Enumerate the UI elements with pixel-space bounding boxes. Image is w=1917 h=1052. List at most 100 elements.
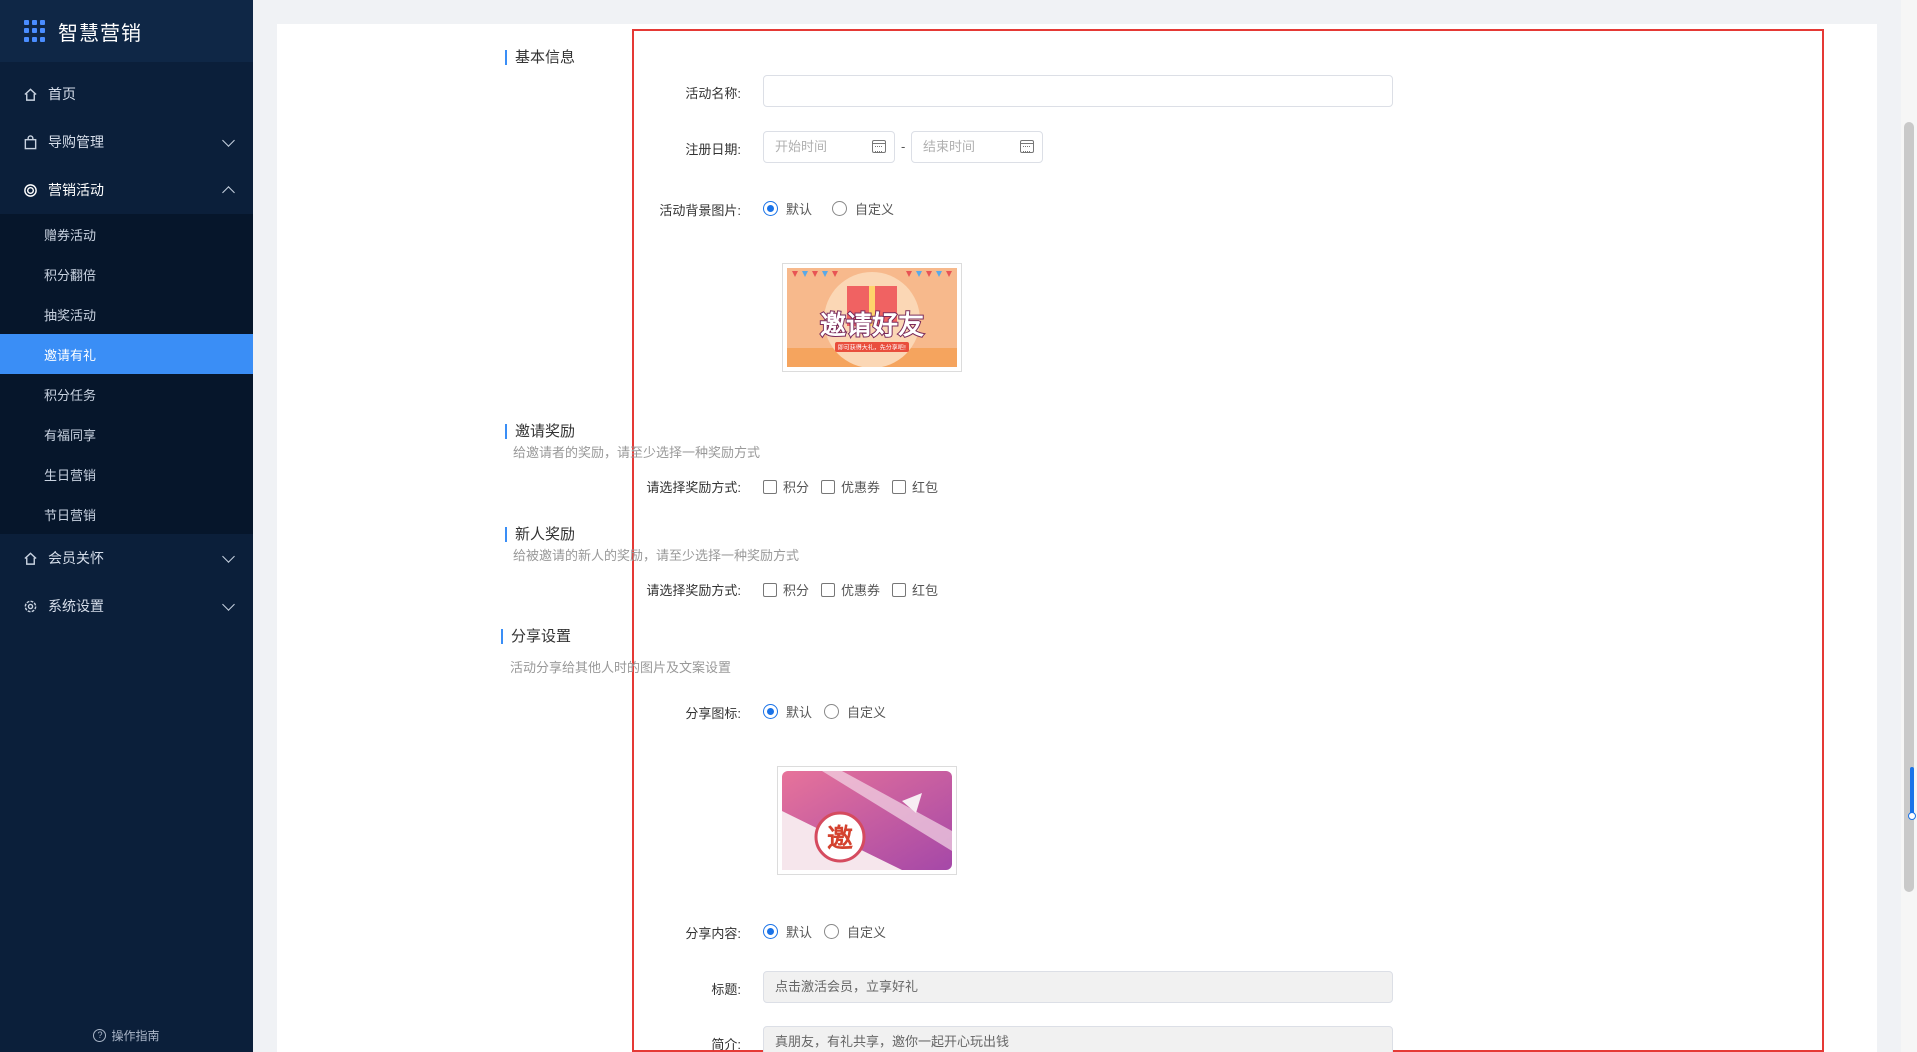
scroll-indicator-dot	[1908, 812, 1916, 820]
section-title-inviter-reward: 邀请奖励	[505, 424, 575, 439]
app-grid-icon	[24, 20, 46, 42]
highlight-frame	[632, 29, 1824, 1052]
inviter-reward-options: 积分 优惠券 红包	[763, 477, 950, 496]
share-icon-image: 邀	[782, 771, 952, 870]
share-icon-default-option[interactable]: 默认	[763, 702, 812, 721]
checkbox[interactable]	[763, 582, 777, 597]
inviter-points-option[interactable]: 积分	[763, 477, 809, 496]
section-desc-share: 活动分享给其他人时的图片及文案设置	[510, 660, 732, 675]
sidebar-item-settings[interactable]: 系统设置	[0, 582, 253, 630]
main-content: 基本信息 活动名称: 注册日期: 开始时间 - 结束时间 活动背景图片: 默认 …	[253, 0, 1901, 1052]
share-content-radio-group: 默认 自定义	[763, 922, 906, 941]
activity-name-input[interactable]	[763, 75, 1393, 107]
submenu-item-points-task[interactable]: 积分任务	[0, 374, 253, 414]
help-icon: ?	[93, 1029, 107, 1042]
target-icon	[22, 182, 38, 198]
invite-banner-image: 邀请好友 即可获得大礼，先分享吧!	[787, 268, 957, 368]
checkbox[interactable]	[892, 582, 907, 597]
sidebar-item-label: 导购管理	[48, 134, 104, 150]
sidebar-item-home[interactable]: 首页	[0, 70, 253, 118]
inviter-reward-label: 请选择奖励方式:	[646, 480, 741, 495]
share-content-custom-option[interactable]: 自定义	[824, 922, 886, 941]
radio-custom[interactable]	[824, 704, 840, 719]
bg-custom-option[interactable]: 自定义	[832, 199, 894, 218]
radio-default[interactable]	[763, 704, 778, 719]
sidebar-item-label: 首页	[48, 86, 76, 102]
share-content-default-option[interactable]: 默认	[763, 922, 812, 941]
radio-custom[interactable]	[832, 201, 848, 216]
svg-text:邀请好友: 邀请好友	[820, 311, 924, 341]
radio-custom[interactable]	[824, 924, 840, 939]
start-date-input[interactable]: 开始时间	[763, 131, 895, 163]
new-points-option[interactable]: 积分	[763, 580, 809, 599]
bg-image-label: 活动背景图片:	[659, 203, 741, 218]
brand[interactable]: 智慧营销	[0, 0, 253, 62]
share-title-input[interactable]: 点击激活会员，立享好礼	[763, 971, 1393, 1003]
bg-default-option[interactable]: 默认	[763, 199, 812, 218]
share-icon-preview: 邀	[777, 766, 957, 875]
home-icon	[22, 86, 38, 102]
share-icon-radio-group: 默认 自定义	[763, 702, 906, 721]
sidebar-item-marketing[interactable]: 营销活动	[0, 166, 253, 214]
sidebar-menu: 首页 导购管理 营销活动	[0, 70, 253, 214]
new-reward-label: 请选择奖励方式:	[646, 583, 741, 598]
submenu-item-coupon[interactable]: 赠券活动	[0, 214, 253, 254]
sidebar-menu-lower: 会员关怀 系统设置	[0, 534, 253, 630]
end-date-input[interactable]: 结束时间	[911, 131, 1043, 163]
marketing-submenu: 赠券活动 积分翻倍 抽奖活动 邀请有礼 积分任务 有福同享 生日营销 节日营销	[0, 214, 253, 534]
checkbox[interactable]	[821, 479, 836, 494]
section-title-new-reward: 新人奖励	[505, 527, 575, 542]
submenu-item-holiday[interactable]: 节日营销	[0, 494, 253, 534]
bg-image-preview: 邀请好友 即可获得大礼，先分享吧!	[782, 263, 962, 372]
home-icon	[22, 550, 38, 566]
scroll-indicator	[1910, 767, 1914, 817]
sidebar: 智慧营销 首页 导购管理 营销活动 赠券活动 积分翻倍 抽奖活动 邀请有礼 积分…	[0, 0, 253, 1052]
checkbox[interactable]	[892, 479, 907, 494]
submenu-item-lottery[interactable]: 抽奖活动	[0, 294, 253, 334]
register-date-label: 注册日期:	[685, 142, 741, 157]
checkbox[interactable]	[763, 479, 777, 494]
share-icon-custom-option[interactable]: 自定义	[824, 702, 886, 721]
new-redpacket-option[interactable]: 红包	[892, 580, 938, 599]
sidebar-item-label: 营销活动	[48, 182, 104, 198]
share-icon-label: 分享图标:	[685, 706, 741, 721]
chevron-down-icon	[222, 550, 235, 563]
bag-icon	[22, 134, 38, 150]
sidebar-item-guide-management[interactable]: 导购管理	[0, 118, 253, 166]
share-intro-input[interactable]: 真朋友，有礼共享，邀你一起开心玩出钱	[763, 1026, 1393, 1052]
submenu-item-share-fortune[interactable]: 有福同享	[0, 414, 253, 454]
sidebar-item-member-care[interactable]: 会员关怀	[0, 534, 253, 582]
submenu-item-invite[interactable]: 邀请有礼	[0, 334, 253, 374]
chevron-up-icon	[222, 186, 235, 199]
checkbox[interactable]	[821, 582, 836, 597]
calendar-icon	[872, 140, 886, 153]
chevron-down-icon	[222, 134, 235, 147]
new-reward-options: 积分 优惠券 红包	[763, 580, 950, 599]
inviter-redpacket-option[interactable]: 红包	[892, 477, 938, 496]
activity-name-label: 活动名称:	[685, 86, 741, 101]
radio-default[interactable]	[763, 924, 778, 939]
sidebar-item-label: 系统设置	[48, 598, 104, 614]
section-desc-inviter-reward: 给邀请者的奖励，请至少选择一种奖励方式	[513, 445, 761, 460]
share-title-label: 标题:	[711, 982, 741, 997]
share-content-label: 分享内容:	[685, 926, 741, 941]
sidebar-item-label: 会员关怀	[48, 550, 104, 566]
svg-text:邀: 邀	[827, 824, 853, 854]
guide-link[interactable]: ? 操作指南	[0, 1027, 253, 1044]
section-desc-new-reward: 给被邀请的新人的奖励，请至少选择一种奖励方式	[513, 548, 800, 563]
gear-icon	[22, 598, 38, 614]
scrollbar[interactable]	[1901, 0, 1917, 1052]
date-separator: -	[901, 139, 906, 154]
chevron-down-icon	[222, 598, 235, 611]
inviter-coupon-option[interactable]: 优惠券	[821, 477, 880, 496]
bg-image-radio-group: 默认 自定义	[763, 199, 914, 218]
new-coupon-option[interactable]: 优惠券	[821, 580, 880, 599]
brand-title: 智慧营销	[58, 22, 142, 45]
share-intro-label: 简介:	[711, 1037, 741, 1052]
svg-text:即可获得大礼，先分享吧!: 即可获得大礼，先分享吧!	[838, 344, 906, 352]
calendar-icon	[1020, 140, 1034, 153]
section-title-share: 分享设置	[501, 629, 571, 644]
submenu-item-birthday[interactable]: 生日营销	[0, 454, 253, 494]
submenu-item-points-double[interactable]: 积分翻倍	[0, 254, 253, 294]
radio-default[interactable]	[763, 201, 778, 216]
